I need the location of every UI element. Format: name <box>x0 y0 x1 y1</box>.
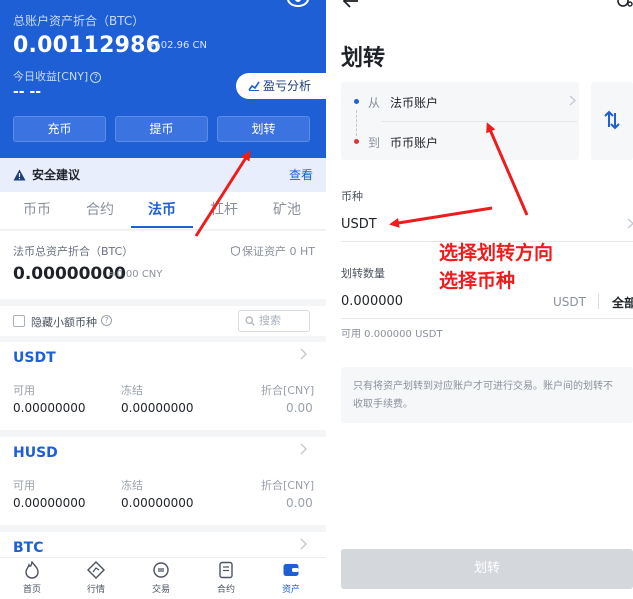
chevron-right-icon <box>300 348 307 360</box>
bottom-nav: 首页 行情 交易 合约 资产 <box>0 557 326 599</box>
available-label: 可用 <box>13 384 35 397</box>
margin-assets: 保证资产 0 HT <box>231 243 315 259</box>
list-item[interactable]: USDT 可用 冻结 折合[CNY] 0.00000000 0.00000000… <box>0 342 326 430</box>
total-btc-value: 0.00112986 <box>13 33 162 58</box>
nav-contract[interactable]: 合约 <box>206 561 246 595</box>
cny-value: 0.00 <box>286 496 313 510</box>
transfer-button[interactable]: 划转 <box>217 116 310 142</box>
tab-fiat[interactable]: 法币 <box>139 192 185 228</box>
fiat-assets-card: 法币总资产折合（BTC） 保证资产 0 HT 0.00000000 ≈0.00 … <box>0 231 326 299</box>
search-icon <box>245 316 255 326</box>
coin-label: 币种 <box>341 190 363 203</box>
coin-name: USDT <box>13 350 56 366</box>
available-label: 可用 <box>13 479 35 492</box>
coin-select[interactable]: USDT <box>341 217 377 232</box>
list-item[interactable]: HUSD 可用 冻结 折合[CNY] 0.00000000 0.00000000… <box>0 437 326 525</box>
cny-label: 折合[CNY] <box>261 384 315 397</box>
security-advice-bar[interactable]: 安全建议 查看 <box>0 158 326 192</box>
nav-home[interactable]: 首页 <box>12 561 52 595</box>
view-link[interactable]: 查看 <box>289 158 313 192</box>
coin-name: HUSD <box>13 445 58 461</box>
to-label: 到 <box>368 136 381 150</box>
cny-value: 0.00 <box>286 401 313 415</box>
total-assets-label: 总账户资产折合（BTC） <box>13 14 145 28</box>
tab-spot[interactable]: 币币 <box>14 192 60 228</box>
tab-contract[interactable]: 合约 <box>77 192 123 228</box>
chevron-right-icon[interactable] <box>627 218 633 229</box>
active-tab-indicator <box>131 226 193 228</box>
fiat-total-label: 法币总资产折合（BTC） <box>13 245 134 258</box>
divider <box>341 318 633 319</box>
total-cny-value: ≈102.96 CN <box>146 40 208 51</box>
warning-icon <box>13 169 26 181</box>
transfer-direction-selector[interactable]: 从 法币账户 到 币币账户 <box>341 82 579 160</box>
pnl-analysis-button[interactable]: 盈亏分析 <box>236 73 326 99</box>
asset-overview-header: 总账户资产折合（BTC） 0.00112986 ≈102.96 CN 今日收益[… <box>0 0 326 158</box>
eye-icon[interactable] <box>287 0 309 8</box>
chart-icon <box>248 81 260 91</box>
direction-connector <box>356 110 357 136</box>
security-advice-text: 安全建议 <box>32 168 81 182</box>
hide-small-checkbox[interactable] <box>13 315 25 327</box>
flame-icon <box>25 561 39 579</box>
to-dot <box>354 139 359 144</box>
shield-icon <box>231 246 240 256</box>
help-icon[interactable]: ? <box>90 72 102 83</box>
from-label: 从 <box>368 96 381 110</box>
page-title: 划转 <box>341 46 386 71</box>
annotation-coin-text: 选择币种 <box>439 270 516 292</box>
chevron-right-icon <box>300 443 307 455</box>
chevron-right-icon <box>300 538 307 550</box>
nav-trade[interactable]: 交易 <box>141 561 181 595</box>
to-account[interactable]: 币币账户 <box>390 134 438 151</box>
market-icon <box>87 561 105 579</box>
divider <box>381 121 577 122</box>
deposit-button[interactable]: 充币 <box>13 116 106 142</box>
today-earnings-label: 今日收益[CNY]? <box>13 68 102 84</box>
available-value: 0.00000000 <box>13 496 86 510</box>
coin-name: BTC <box>13 540 44 556</box>
hide-small-label: 隐藏小额币种 <box>31 316 97 329</box>
nav-assets[interactable]: 资产 <box>271 561 311 595</box>
frozen-label: 冻结 <box>121 479 143 492</box>
transfer-screen: 划转 从 法币账户 到 币币账户 币种 USDT 划转数量 0.000000 U… <box>327 0 633 599</box>
submit-transfer-button[interactable]: 划转 <box>341 549 633 589</box>
annotation-direction-text: 选择划转方向 <box>439 242 554 264</box>
from-dot <box>354 99 359 104</box>
today-earnings-value: -- -- <box>13 84 42 100</box>
nav-market[interactable]: 行情 <box>76 561 116 595</box>
all-button[interactable]: 全部 <box>612 294 633 311</box>
search-input[interactable]: 搜索 <box>238 310 310 332</box>
assets-screen: 总账户资产折合（BTC） 0.00112986 ≈102.96 CN 今日收益[… <box>0 0 326 599</box>
contract-icon <box>219 561 233 579</box>
divider <box>598 294 599 309</box>
amount-unit: USDT <box>553 295 586 309</box>
trade-icon <box>153 562 169 578</box>
swap-icon <box>604 110 620 130</box>
filter-bar: 隐藏小额币种 ? 搜索 <box>0 306 326 336</box>
fiat-total-cny: ≈0.00 CNY <box>108 269 163 280</box>
account-tabs: 币币 合约 法币 杠杆 矿池 <box>0 192 326 230</box>
cny-label: 折合[CNY] <box>261 479 315 492</box>
frozen-value: 0.00000000 <box>121 496 194 510</box>
available-value: 0.00000000 <box>13 401 86 415</box>
tab-margin[interactable]: 杠杆 <box>201 192 247 228</box>
frozen-value: 0.00000000 <box>121 401 194 415</box>
tab-pool[interactable]: 矿池 <box>264 192 310 228</box>
withdraw-button[interactable]: 提币 <box>115 116 208 142</box>
help-icon[interactable]: ? <box>101 315 112 326</box>
swap-direction-button[interactable] <box>591 82 633 160</box>
back-arrow-icon[interactable] <box>343 0 359 8</box>
transfer-notice: 只有将资产划转到对应账户才可进行交易。账户间的划转不收取手续费。 <box>341 367 633 423</box>
frozen-label: 冻结 <box>121 384 143 397</box>
chevron-right-icon <box>569 95 576 106</box>
available-balance: 可用 0.000000 USDT <box>341 329 443 340</box>
wallet-icon <box>283 564 299 576</box>
amount-input[interactable]: 0.000000 <box>341 294 403 309</box>
amount-label: 划转数量 <box>341 267 385 280</box>
from-account[interactable]: 法币账户 <box>390 94 438 111</box>
record-icon[interactable] <box>617 0 633 8</box>
